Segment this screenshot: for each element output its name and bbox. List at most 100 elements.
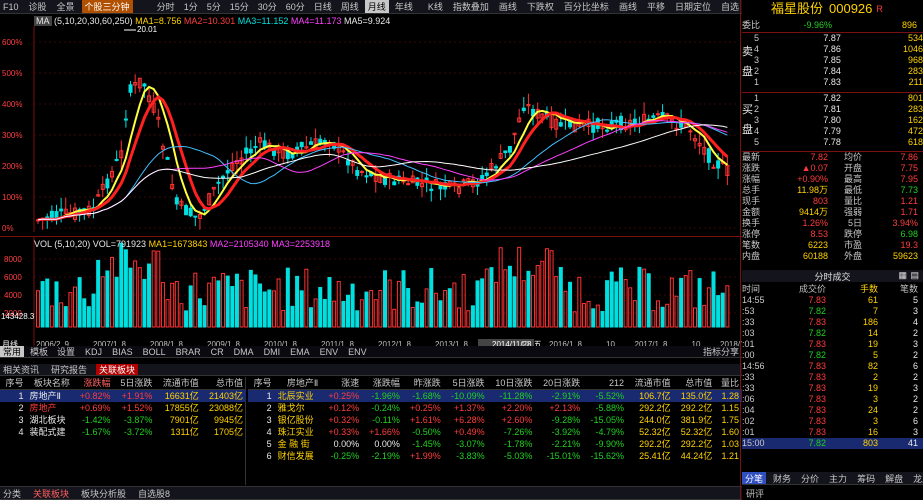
stock-name[interactable]: 珠江实业 — [275, 426, 322, 438]
right-tab-6[interactable]: 龙虎 — [910, 472, 923, 484]
period-tab-9[interactable]: 年线 — [392, 0, 416, 13]
period-tab-2[interactable]: 5分 — [204, 0, 224, 13]
indicator-0[interactable]: KDJ — [82, 347, 105, 357]
period-tab-7[interactable]: 周线 — [338, 0, 362, 13]
right-tab-5[interactable]: 解盘 — [882, 472, 906, 484]
stock-name[interactable]: 银亿股份 — [275, 414, 322, 426]
stock-header-5[interactable]: 5日涨跌 — [443, 377, 488, 390]
period-tab-0[interactable]: 分时 — [154, 0, 178, 13]
right-tab-2[interactable]: 分价 — [798, 472, 822, 484]
stock-name[interactable]: 财信发展 — [275, 450, 322, 462]
sector-name[interactable]: 湖北板块 — [27, 414, 73, 426]
stock-header-2[interactable]: 涨速 — [321, 377, 363, 390]
right-tab-4[interactable]: 筹码 — [854, 472, 878, 484]
tool-4[interactable]: 百分比坐标 — [561, 0, 612, 13]
sector-header-0[interactable]: 序号 — [0, 377, 27, 390]
indicator-8[interactable]: ENV — [317, 347, 342, 357]
footer-tab-1[interactable]: 关联板块 — [30, 487, 72, 499]
tool-7[interactable]: 日期定位 — [672, 0, 714, 13]
indicator-5[interactable]: DMA — [231, 347, 257, 357]
indicator-share-button[interactable]: 指标分享 — [700, 346, 742, 357]
stock-name[interactable]: 北辰实业 — [274, 389, 322, 402]
indicator-1[interactable]: BIAS — [109, 347, 136, 357]
footer-tab-3[interactable]: 自选股8 — [135, 487, 173, 499]
volume-svg[interactable]: 8000600040002000143428.32006/2 9 2007/1 8 20… — [0, 237, 742, 357]
sector-row[interactable]: 2 房地产 +0.69% +1.52% 17855亿 23088亿 — [0, 402, 246, 414]
tool-0[interactable]: K线 — [425, 0, 446, 13]
indicator-7[interactable]: EMA — [287, 347, 313, 357]
right-tab-1[interactable]: 财务 — [770, 472, 794, 484]
diagnose-button[interactable]: 诊股 — [26, 0, 50, 13]
bottom-tab-2[interactable]: 关联板块 — [96, 364, 139, 375]
tool-5[interactable]: 画线 — [616, 0, 640, 13]
tool-8[interactable]: 自选 — [718, 0, 742, 13]
sector-header-2[interactable]: 涨跌幅 — [72, 377, 114, 390]
indicator-4[interactable]: CR — [208, 347, 227, 357]
stock-3min-button[interactable]: 个股三分钟 — [81, 0, 133, 13]
stock-row[interactable]: 5金 融 街 0.00% 0.00% -1.45% -3.07% -1.78% -2.21%… — [248, 438, 742, 450]
stock-header-9[interactable]: 流通市值 — [626, 377, 674, 390]
volume-bar — [651, 310, 656, 328]
stock-header-8[interactable]: 212 — [583, 377, 627, 390]
stock-header-7[interactable]: 20日涨跌 — [535, 377, 584, 390]
period-tab-3[interactable]: 15分 — [227, 0, 252, 13]
indicator-9[interactable]: ENV — [345, 347, 370, 357]
stat-value2: 1.71 — [900, 207, 918, 217]
sector-header-4[interactable]: 流通市值 — [155, 377, 202, 390]
tool-1[interactable]: 指数叠加 — [450, 0, 492, 13]
sector-row[interactable]: 4 装配式建 -1.67% -3.72% 1311亿 1705亿 — [0, 426, 246, 438]
indicator-prefix-2[interactable]: 设置 — [54, 346, 78, 357]
stock-row[interactable]: 6 财信发展 -0.25% -2.19% +1.99% -3.83% -5.03% -15.0… — [248, 450, 742, 462]
indicator-6[interactable]: DMI — [261, 347, 284, 357]
tool-3[interactable]: 下跌权 — [524, 0, 557, 13]
sector-name[interactable]: 装配式建 — [27, 426, 73, 438]
menu-icon[interactable]: ▤ — [910, 270, 919, 281]
indicator-prefix-0[interactable]: 常用 — [0, 346, 25, 357]
sector-row[interactable]: 1 房地产Ⅱ +0.82% +1.91% 16631亿 21403亿 — [0, 389, 246, 402]
stock-row[interactable]: 2 雅戈尔 +0.12% -0.24% +0.25% +1.37% +2.20% +2.13%… — [248, 402, 742, 414]
footer-tab-2[interactable]: 板块分析股 — [78, 487, 129, 499]
stock-name[interactable]: 雅戈尔 — [275, 402, 322, 414]
sector-header-5[interactable]: 总市值 — [201, 377, 246, 390]
stock-header-1[interactable]: 房地产Ⅱ — [274, 377, 322, 390]
period-tab-5[interactable]: 60分 — [283, 0, 308, 13]
footer-tab-0[interactable]: 分类 — [0, 487, 24, 499]
period-tab-1[interactable]: 1分 — [181, 0, 201, 13]
stock-name[interactable]: 金 融 街 — [275, 438, 322, 450]
bottom-tab-0[interactable]: 相关资讯 — [0, 364, 42, 375]
stock-row[interactable]: 3 银亿股份 +0.32% -0.11% +1.61% +6.28% +2.60% -9.28… — [248, 414, 742, 426]
stock-row[interactable]: 4 珠江实业 +0.33% +1.66% -0.50% +0.49% -7.26% -3.92… — [248, 426, 742, 438]
vol-title[interactable]: VOL — [34, 239, 52, 249]
more-icon[interactable]: ▦ — [898, 270, 907, 281]
indicator-prefix-1[interactable]: 模板 — [27, 346, 51, 357]
tool-2[interactable]: 画线 — [496, 0, 520, 13]
research-tab[interactable]: 研评 — [746, 487, 764, 500]
period-tab-8[interactable]: 月线 — [364, 0, 389, 13]
right-tab-3[interactable]: 主力 — [826, 472, 850, 484]
trade-price: 7.83 — [808, 405, 826, 415]
right-tab-0[interactable]: 分笔 — [742, 472, 767, 484]
sector-name[interactable]: 房地产Ⅱ — [26, 389, 73, 402]
candle-body — [605, 129, 610, 132]
sector-row[interactable]: 3 湖北板块 -1.42% -3.87% 7901亿 9945亿 — [0, 414, 246, 426]
sector-header-1[interactable]: 板块名称 — [26, 377, 73, 390]
period-tab-4[interactable]: 30分 — [255, 0, 280, 13]
stock-header-3[interactable]: 涨跌幅 — [362, 377, 403, 390]
sector-name[interactable]: 房地产 — [27, 402, 73, 414]
bottom-tab-1[interactable]: 研究报告 — [48, 364, 90, 375]
sector-header-3[interactable]: 5日涨跌 — [113, 377, 156, 390]
period-tab-6[interactable]: 日线 — [311, 0, 335, 13]
stock-row[interactable]: 1 北辰实业 +0.25% -1.96% -1.68% -10.09% -11.28% -2.… — [248, 389, 742, 402]
indicator-2[interactable]: BOLL — [140, 347, 169, 357]
stock-header-0[interactable]: 序号 — [248, 377, 275, 390]
stock-header-6[interactable]: 10日涨跌 — [487, 377, 536, 390]
candlestick-svg[interactable]: 600% 500% 400% 300% 200% 100% 0% 20.01 — [0, 14, 742, 236]
f10-button[interactable]: F10 — [0, 2, 22, 12]
tool-6[interactable]: 平移 — [644, 0, 668, 13]
indicator-3[interactable]: BRAR — [173, 347, 204, 357]
stock-header-11[interactable]: 量比 — [715, 377, 742, 390]
panorama-button[interactable]: 全景 — [54, 0, 78, 13]
stat-value2: 7.86 — [900, 152, 918, 162]
stock-header-4[interactable]: 昨涨跌 — [402, 377, 444, 390]
stock-header-10[interactable]: 总市值 — [673, 377, 716, 390]
